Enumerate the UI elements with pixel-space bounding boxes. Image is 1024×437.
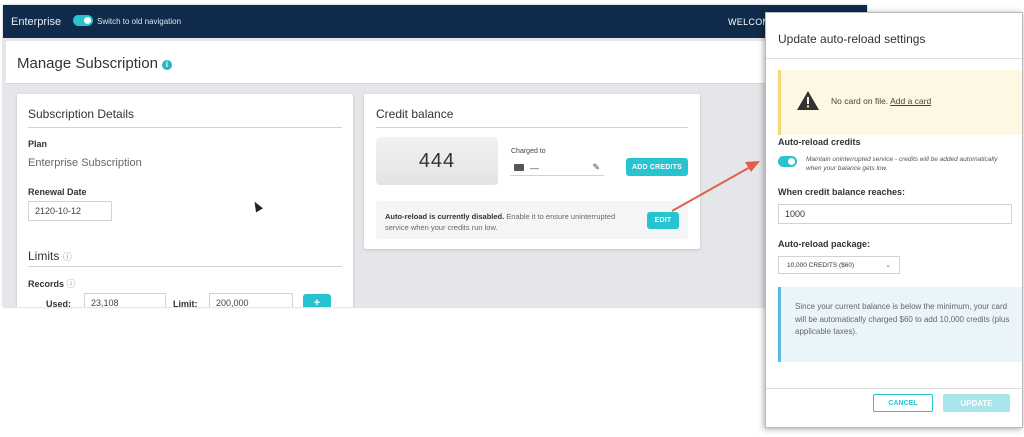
charge-info-box: Since your current balance is below the … — [778, 287, 1022, 362]
charge-info-text: Since your current balance is below the … — [795, 302, 1010, 336]
auto-reload-description: Maintain uninterrupted service - credits… — [806, 156, 998, 172]
arrow-head — [745, 161, 760, 172]
cancel-button[interactable]: CANCEL — [873, 394, 933, 412]
update-button[interactable]: UPDATE — [943, 394, 1010, 412]
warning-text: No card on file. Add a card — [831, 96, 931, 106]
modal-title: Update auto-reload settings — [778, 32, 926, 46]
auto-reload-settings-modal: Update auto-reload settings No card on f… — [765, 12, 1023, 428]
chevron-down-icon: ⌄ — [885, 262, 891, 269]
divider — [766, 58, 1022, 59]
threshold-input[interactable]: 1000 — [778, 204, 1012, 224]
threshold-label: When credit balance reaches: — [778, 187, 906, 197]
divider — [766, 388, 1022, 389]
add-card-link[interactable]: Add a card — [890, 96, 931, 106]
package-select-value: 10,000 CREDITS ($60) — [787, 261, 855, 269]
auto-reload-toggle[interactable] — [778, 156, 797, 167]
package-label: Auto-reload package: — [778, 239, 871, 249]
warning-message: No card on file. — [831, 96, 889, 106]
package-select[interactable]: 10,000 CREDITS ($60) ⌄ — [778, 256, 900, 274]
auto-reload-label: Auto-reload credits — [778, 137, 861, 147]
no-card-warning: No card on file. Add a card — [778, 70, 1022, 135]
warning-icon — [797, 91, 819, 110]
arrow-line — [671, 165, 753, 212]
